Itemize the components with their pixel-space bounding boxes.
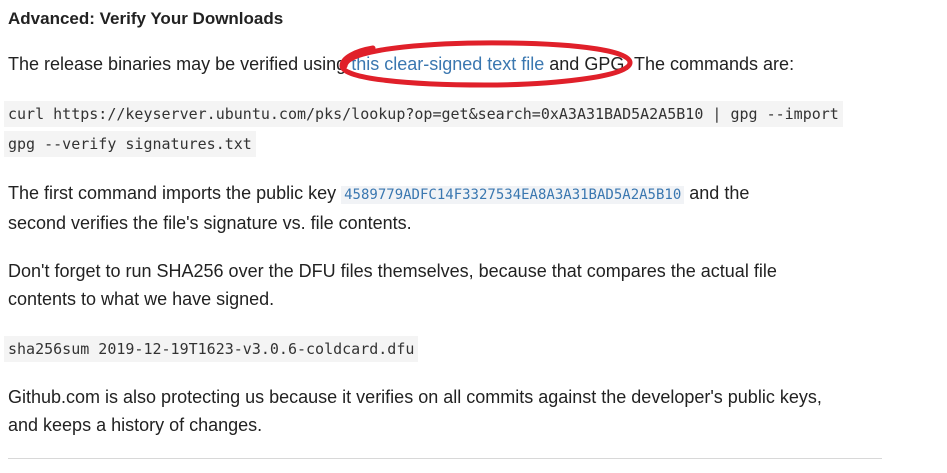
github-text-line1: Github.com is also protecting us because… [8, 387, 822, 407]
intro-text-before: The release binaries may be verified usi… [8, 54, 352, 74]
intro-paragraph: The release binaries may be verified usi… [8, 50, 794, 78]
intro-text-after: and GPG. The commands are: [544, 54, 795, 74]
curl-command-line: curl https://keyserver.ubuntu.com/pks/lo… [4, 101, 843, 127]
github-text-line2: and keeps a history of changes. [8, 415, 263, 435]
key-paragraph: The first command imports the public key… [8, 179, 749, 237]
key-text-after: and the [684, 183, 750, 203]
section-heading: Advanced: Verify Your Downloads [8, 9, 284, 28]
sha256-paragraph: Don't forget to run SHA256 over the DFU … [8, 257, 777, 313]
sha256sum-command: sha256sum 2019-12-19T1623-v3.0.6-coldcar… [4, 336, 419, 362]
sha256-text-line2: contents to what we have signed. [8, 289, 275, 309]
key-text-line2: second verifies the file's signature vs.… [8, 213, 412, 233]
gpg-commands-block: curl https://keyserver.ubuntu.com/pks/lo… [4, 101, 843, 157]
sha256-text-line1: Don't forget to run SHA256 over the DFU … [8, 261, 777, 281]
key-text-before: The first command imports the public key [8, 183, 342, 203]
section-divider [8, 458, 882, 459]
github-paragraph: Github.com is also protecting us because… [8, 383, 822, 439]
public-key-fingerprint: 4589779ADFC14F3327534EA8A3A31BAD5A2A5B10 [341, 186, 685, 204]
sha256-command-block: sha256sum 2019-12-19T1623-v3.0.6-coldcar… [4, 336, 419, 362]
gpg-verify-command-line: gpg --verify signatures.txt [4, 131, 256, 157]
clear-signed-file-link[interactable]: this clear-signed text file [351, 54, 544, 74]
